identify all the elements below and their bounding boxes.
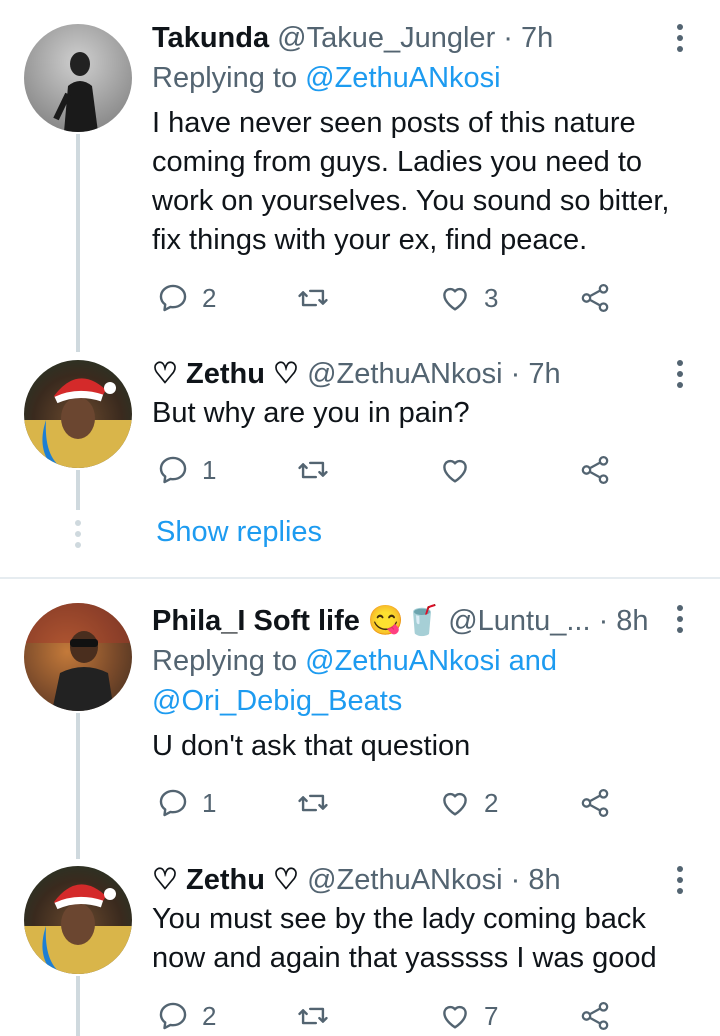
tweet-text-line: But why are you in pain? — [152, 397, 470, 429]
replying-to: Replying to @ZethuANkosi and @Ori_Debig_… — [152, 641, 557, 721]
display-name[interactable]: Phila_I Soft life 😋🥤 — [152, 605, 440, 637]
tweet-header: Takunda @Takue_Jungler · 7h — [152, 18, 553, 58]
display-name[interactable]: ♡ Zethu ♡ — [152, 358, 299, 390]
retweet-button[interactable] — [296, 278, 330, 318]
like-button[interactable] — [438, 450, 472, 490]
tweet-actions: 2 7 — [152, 996, 672, 1036]
reply-button[interactable]: 1 — [156, 450, 216, 490]
share-icon — [578, 453, 612, 487]
reply-icon — [156, 999, 190, 1033]
like-count: 3 — [484, 282, 499, 313]
like-button[interactable]: 7 — [438, 996, 498, 1036]
retweet-icon — [296, 281, 330, 315]
like-button[interactable]: 3 — [438, 278, 498, 318]
share-button[interactable] — [578, 783, 612, 823]
divider — [0, 577, 720, 579]
tweet-text: I have never seen posts of this nature c… — [152, 104, 669, 260]
user-handle[interactable]: @ZethuANkosi — [307, 864, 502, 896]
avatar[interactable] — [24, 603, 132, 711]
reply-icon — [156, 786, 190, 820]
user-handle[interactable]: @Luntu_... — [448, 605, 590, 637]
share-button[interactable] — [578, 278, 612, 318]
user-handle[interactable]: @ZethuANkosi — [307, 358, 502, 390]
tweet-text-line: U don't ask that question — [152, 730, 471, 762]
reply-icon — [156, 453, 190, 487]
tweet-actions: 1 2 — [152, 783, 672, 823]
reply-count: 1 — [202, 787, 217, 818]
avatar[interactable] — [24, 360, 132, 468]
retweet-icon — [296, 786, 330, 820]
tweet-text-line: work on yourselves. You sound so bitter, — [152, 185, 670, 217]
tweet-text-line: I have never seen posts of this nature — [152, 107, 636, 139]
tweet[interactable]: ♡ Zethu ♡ @ZethuANkosi · 8h You must see… — [0, 860, 720, 1036]
tweet-header: ♡ Zethu ♡ @ZethuANkosi · 7h — [152, 354, 561, 394]
thread-line — [76, 713, 80, 859]
reply-count: 2 — [202, 282, 217, 313]
replying-to: Replying to @ZethuANkosi — [152, 58, 501, 98]
reply-icon — [156, 281, 190, 315]
more-vertical-icon[interactable] — [672, 24, 688, 54]
display-name[interactable]: Takunda — [152, 22, 269, 54]
share-icon — [578, 999, 612, 1033]
user-handle[interactable]: @Takue_Jungler — [277, 22, 495, 54]
show-replies-link[interactable]: Show replies — [156, 516, 322, 549]
avatar[interactable] — [24, 866, 132, 974]
tweet-actions: 2 3 — [152, 278, 672, 318]
thread-dots — [75, 520, 81, 553]
mention-link[interactable]: @ZethuANkosi — [305, 62, 500, 94]
reply-count: 1 — [202, 454, 217, 485]
mention-link[interactable]: @Ori_Debig_Beats — [152, 681, 557, 721]
replying-to-prefix: Replying to — [152, 645, 298, 677]
share-icon — [578, 786, 612, 820]
share-icon — [578, 281, 612, 315]
tweet-text-line: You must see by the lady coming back — [152, 903, 646, 935]
thread-line — [76, 134, 80, 352]
tweet-text: U don't ask that question — [152, 727, 470, 766]
timestamp[interactable]: · 7h — [511, 358, 561, 390]
avatar[interactable] — [24, 24, 132, 132]
more-vertical-icon[interactable] — [672, 605, 688, 635]
tweet-actions: 1 — [152, 450, 672, 490]
tweet[interactable]: ♡ Zethu ♡ @ZethuANkosi · 7h But why are … — [0, 354, 720, 514]
more-vertical-icon[interactable] — [672, 360, 688, 390]
tweet-text-line: now and again that yasssss I was good — [152, 942, 657, 974]
display-name[interactable]: ♡ Zethu ♡ — [152, 864, 299, 896]
thread-line — [76, 470, 80, 510]
tweet-header: Phila_I Soft life 😋🥤 @Luntu_... · 8h — [152, 601, 652, 641]
tweet-text-line: coming from guys. Ladies you need to — [152, 146, 643, 178]
timestamp[interactable]: · 7h — [503, 22, 553, 54]
tweet-text: You must see by the lady coming back now… — [152, 900, 657, 978]
timestamp[interactable]: · 8h — [511, 864, 561, 896]
reply-button[interactable]: 1 — [156, 783, 216, 823]
reply-button[interactable]: 2 — [156, 996, 216, 1036]
heart-icon — [438, 281, 472, 315]
heart-icon — [438, 786, 472, 820]
tweet-text: But why are you in pain? — [152, 394, 470, 433]
retweet-icon — [296, 999, 330, 1033]
timestamp[interactable]: · 8h — [599, 605, 649, 637]
retweet-button[interactable] — [296, 996, 330, 1036]
mention-link[interactable]: @ZethuANkosi and — [305, 645, 557, 677]
reply-button[interactable]: 2 — [156, 278, 216, 318]
retweet-icon — [296, 453, 330, 487]
replying-to-prefix: Replying to — [152, 62, 298, 94]
heart-icon — [438, 999, 472, 1033]
retweet-button[interactable] — [296, 783, 330, 823]
share-button[interactable] — [578, 450, 612, 490]
like-count: 2 — [484, 787, 499, 818]
tweet-text-line: fix things with your ex, find peace. — [152, 224, 588, 256]
heart-icon — [438, 453, 472, 487]
like-button[interactable]: 2 — [438, 783, 498, 823]
more-vertical-icon[interactable] — [672, 866, 688, 896]
tweet-header: ♡ Zethu ♡ @ZethuANkosi · 8h — [152, 860, 561, 900]
tweet[interactable]: Phila_I Soft life 😋🥤 @Luntu_... · 8h Rep… — [0, 601, 720, 859]
retweet-button[interactable] — [296, 450, 330, 490]
share-button[interactable] — [578, 996, 612, 1036]
thread-line — [76, 976, 80, 1036]
tweet[interactable]: Takunda @Takue_Jungler · 7h Replying to … — [0, 18, 720, 352]
